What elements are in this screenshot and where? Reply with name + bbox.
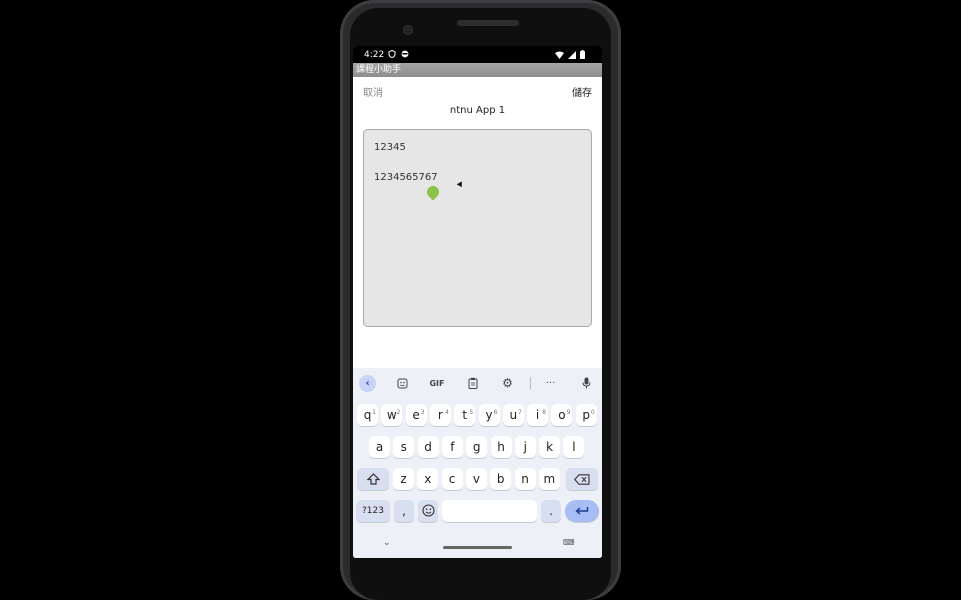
key-v[interactable]: v xyxy=(465,468,487,490)
keyboard-toolbar: ‹ GIF ⚙ ··· xyxy=(353,368,602,398)
key-h[interactable]: h xyxy=(490,436,512,458)
key-m[interactable]: m xyxy=(538,468,560,490)
earpiece-speaker xyxy=(457,20,519,26)
key-label: o xyxy=(558,408,566,422)
key-y[interactable]: y6 xyxy=(478,404,500,426)
comma-key[interactable]: , xyxy=(394,500,414,522)
signal-icon xyxy=(568,50,576,59)
key-hint: 0 xyxy=(590,409,595,416)
backspace-key[interactable] xyxy=(566,468,598,490)
clipboard-icon[interactable] xyxy=(464,375,481,392)
shield-icon xyxy=(388,50,396,58)
key-hint: 9 xyxy=(566,409,571,416)
enter-key[interactable] xyxy=(565,500,599,522)
key-s[interactable]: s xyxy=(393,436,415,458)
system-nav-bar: ⌄ ⌨ xyxy=(353,534,602,558)
symbols-key[interactable]: ?123 xyxy=(356,500,390,522)
text-editor[interactable]: 12345 1234565767 xyxy=(363,129,592,327)
space-key[interactable] xyxy=(442,500,537,522)
key-label: y xyxy=(485,408,493,422)
key-c[interactable]: c xyxy=(441,468,463,490)
key-hint: 8 xyxy=(542,409,547,416)
status-bar: 4:22 xyxy=(353,46,602,63)
key-label: u xyxy=(509,408,518,422)
key-hint: 2 xyxy=(396,409,401,416)
emoji-icon[interactable] xyxy=(418,500,438,522)
key-label: r xyxy=(437,408,443,422)
home-gesture-bar[interactable] xyxy=(443,546,512,549)
key-k[interactable]: k xyxy=(539,436,561,458)
period-key[interactable]: . xyxy=(541,500,561,522)
key-b[interactable]: b xyxy=(490,468,512,490)
key-n[interactable]: n xyxy=(514,468,536,490)
more-icon[interactable]: ··· xyxy=(542,375,559,392)
key-hint: 1 xyxy=(372,409,376,416)
key-hint: 6 xyxy=(493,409,498,416)
key-w[interactable]: w2 xyxy=(381,404,403,426)
key-g[interactable]: g xyxy=(466,436,488,458)
key-hint: 3 xyxy=(420,409,425,416)
cancel-button[interactable]: 取消 xyxy=(363,84,383,99)
toolbar-divider xyxy=(530,377,531,389)
key-x[interactable]: x xyxy=(417,468,439,490)
key-j[interactable]: j xyxy=(514,436,536,458)
key-label: w xyxy=(386,408,397,422)
battery-icon xyxy=(580,50,585,59)
key-label: e xyxy=(412,408,420,422)
editor-line: 1234565767 xyxy=(374,172,438,183)
key-d[interactable]: d xyxy=(417,436,439,458)
key-hint: 5 xyxy=(469,409,474,416)
key-t[interactable]: t5 xyxy=(454,404,476,426)
key-r[interactable]: r4 xyxy=(429,404,451,426)
key-u[interactable]: u7 xyxy=(502,404,524,426)
chevron-down-icon[interactable]: ⌄ xyxy=(383,538,391,548)
key-z[interactable]: z xyxy=(393,468,414,490)
status-icons xyxy=(555,50,585,59)
key-a[interactable]: a xyxy=(369,436,390,458)
shift-key[interactable] xyxy=(357,468,389,490)
key-hint: 4 xyxy=(445,409,449,416)
phone-screen: 4:22 課程小助手 取消 儲存 ntnu App 1 12345 123456… xyxy=(353,46,602,558)
front-camera xyxy=(404,26,412,34)
gear-icon[interactable]: ⚙ xyxy=(499,375,516,392)
notification-icon xyxy=(401,50,409,58)
key-label: t xyxy=(462,408,468,422)
key-q[interactable]: q1 xyxy=(357,404,378,426)
key-label: q xyxy=(363,408,372,422)
editor-line: 12345 xyxy=(374,142,406,153)
onscreen-keyboard: ‹ GIF ⚙ ··· q1w2e3r4t5y6u7i8o9p0 asdfghj… xyxy=(353,368,602,558)
key-hint: 7 xyxy=(517,409,522,416)
save-button[interactable]: 儲存 xyxy=(572,84,592,99)
key-f[interactable]: f xyxy=(441,436,463,458)
key-e[interactable]: e3 xyxy=(405,404,427,426)
app-title-bar: 課程小助手 xyxy=(353,63,602,77)
wifi-icon xyxy=(555,51,564,59)
key-label: i xyxy=(535,408,540,422)
sticker-icon[interactable] xyxy=(394,375,411,392)
text-cursor-handle[interactable] xyxy=(424,183,442,201)
keyboard-switch-icon[interactable]: ⌨ xyxy=(563,538,575,547)
key-p[interactable]: p0 xyxy=(575,404,597,426)
key-label: p xyxy=(582,408,590,422)
status-time: 4:22 xyxy=(364,50,385,60)
page-subtitle: ntnu App 1 xyxy=(449,105,506,116)
key-o[interactable]: o9 xyxy=(551,404,573,426)
key-i[interactable]: i8 xyxy=(527,404,549,426)
microphone-icon[interactable] xyxy=(578,375,595,392)
mouse-pointer-icon xyxy=(456,181,465,189)
chevron-left-icon[interactable]: ‹ xyxy=(359,375,376,392)
key-l[interactable]: l xyxy=(563,436,585,458)
gif-button[interactable]: GIF xyxy=(427,375,447,392)
